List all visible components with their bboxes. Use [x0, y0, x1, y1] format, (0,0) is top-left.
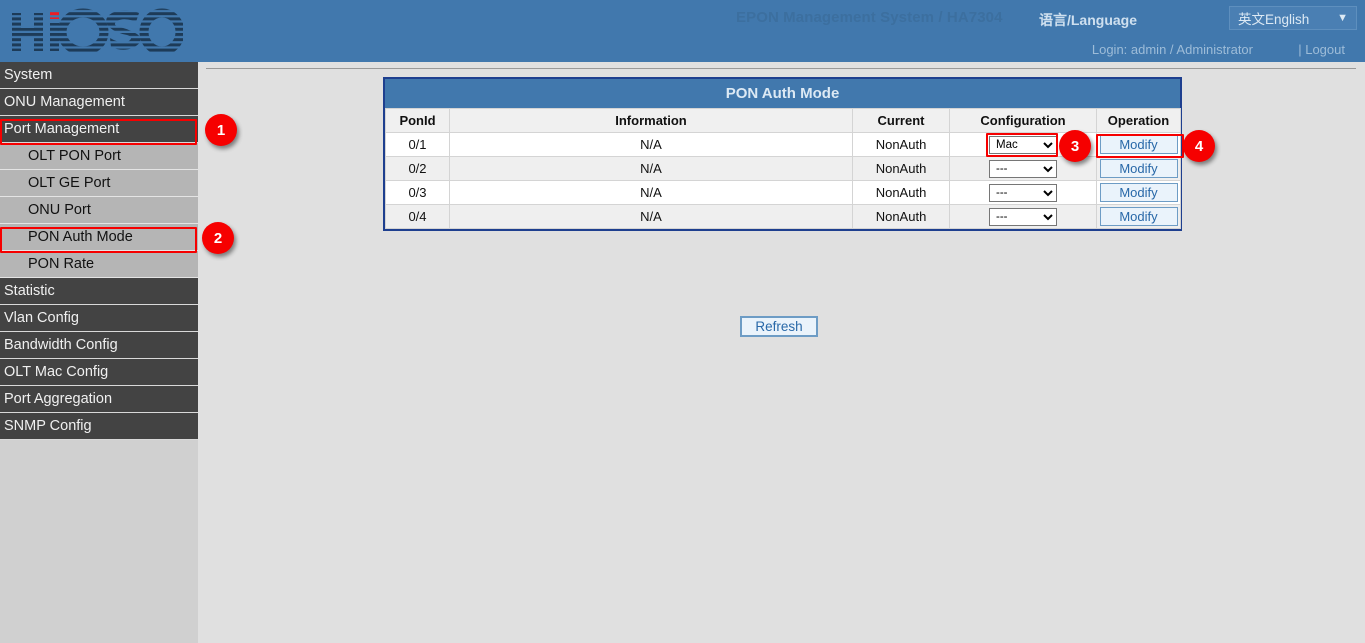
pon-auth-mode-table: PonId Information Current Configuration … [385, 108, 1181, 229]
auth-mode-select[interactable]: ---MacLoidLoidMacMacOrLoid [989, 184, 1057, 202]
column-header-configuration: Configuration [950, 109, 1097, 133]
cell-operation: Modify [1097, 157, 1181, 181]
cell-configuration: ---MacLoidLoidMacMacOrLoid [950, 205, 1097, 229]
app-title: EPON Management System / HA7304 [736, 9, 1003, 26]
table-body: 0/1N/ANonAuth---MacLoidLoidMacMacOrLoidM… [386, 133, 1181, 229]
sidebar-item-label: Port Management [4, 121, 119, 137]
cell-information: N/A [450, 205, 853, 229]
sidebar-item-port-management[interactable]: Port Management [0, 116, 198, 143]
sidebar-item-label: OLT GE Port [28, 175, 110, 191]
cell-current: NonAuth [853, 205, 950, 229]
cell-current: NonAuth [853, 157, 950, 181]
auth-mode-select[interactable]: ---MacLoidLoidMacMacOrLoid [989, 136, 1057, 154]
sidebar-item-label: ONU Port [28, 202, 91, 218]
sidebar-item-onu-management[interactable]: ONU Management [0, 89, 198, 116]
modify-button[interactable]: Modify [1100, 183, 1178, 202]
auth-mode-select[interactable]: ---MacLoidLoidMacMacOrLoid [989, 160, 1057, 178]
chevron-down-icon: ▼ [1337, 12, 1348, 24]
sidebar-item-label: Statistic [4, 283, 55, 299]
cell-ponid: 0/3 [386, 181, 450, 205]
sidebar-item-port-aggregation[interactable]: Port Aggregation [0, 386, 198, 413]
cell-information: N/A [450, 157, 853, 181]
sidebar-item-label: System [4, 67, 52, 83]
sidebar-navigation: System ONU Management Port Management OLT P… [0, 62, 198, 643]
column-header-operation: Operation [1097, 109, 1181, 133]
cell-ponid: 0/4 [386, 205, 450, 229]
cell-current: NonAuth [853, 181, 950, 205]
cell-operation: Modify [1097, 133, 1181, 157]
sidebar-item-label: ONU Management [4, 94, 125, 110]
cell-operation: Modify [1097, 205, 1181, 229]
sidebar-item-olt-pon-port[interactable]: OLT PON Port [0, 143, 198, 170]
language-selector[interactable]: 英文English ▼ [1229, 6, 1357, 30]
sidebar-item-olt-mac-config[interactable]: OLT Mac Config [0, 359, 198, 386]
page-header: EPON Management System / HA7304 语言/Langu… [0, 0, 1365, 62]
cell-current: NonAuth [853, 133, 950, 157]
modify-button[interactable]: Modify [1100, 135, 1178, 154]
language-label: 语言/Language [1039, 10, 1137, 30]
sidebar-item-onu-port[interactable]: ONU Port [0, 197, 198, 224]
cell-ponid: 0/1 [386, 133, 450, 157]
pon-auth-mode-panel: PON Auth Mode PonId Information Current … [383, 77, 1182, 231]
sidebar-item-olt-ge-port[interactable]: OLT GE Port [0, 170, 198, 197]
sidebar-item-snmp-config[interactable]: SNMP Config [0, 413, 198, 440]
table-row: 0/2N/ANonAuth ---MacLoidLoidMacMacOrLoid M… [386, 157, 1181, 181]
sidebar-item-label: OLT PON Port [28, 148, 121, 164]
sidebar-item-label: OLT Mac Config [4, 364, 108, 380]
sidebar-item-statistic[interactable]: Statistic [0, 278, 198, 305]
auth-mode-select[interactable]: ---MacLoidLoidMacMacOrLoid [989, 208, 1057, 226]
column-header-ponid: PonId [386, 109, 450, 133]
sidebar-item-label: PON Rate [28, 256, 94, 272]
panel-title: PON Auth Mode [385, 79, 1180, 108]
sidebar-item-bandwidth-config[interactable]: Bandwidth Config [0, 332, 198, 359]
hioso-logo-mark [8, 7, 183, 53]
sidebar-item-label: Vlan Config [4, 310, 79, 326]
cell-ponid: 0/2 [386, 157, 450, 181]
sidebar-item-system[interactable]: System [0, 62, 198, 89]
refresh-button[interactable]: Refresh [740, 316, 818, 337]
column-header-current: Current [853, 109, 950, 133]
sidebar-item-pon-auth-mode[interactable]: PON Auth Mode [0, 224, 198, 251]
hioso-logo [8, 6, 188, 54]
modify-button[interactable]: Modify [1100, 207, 1178, 226]
sidebar-item-label: Bandwidth Config [4, 337, 118, 353]
logout-link[interactable]: | Logout [1298, 42, 1345, 57]
sidebar-item-label: PON Auth Mode [28, 229, 133, 245]
cell-configuration: ---MacLoidLoidMacMacOrLoid [950, 157, 1097, 181]
table-header-row: PonId Information Current Configuration … [386, 109, 1181, 133]
content-area: PON Auth Mode PonId Information Current … [198, 62, 1365, 643]
content-divider [206, 68, 1356, 69]
table-row: 0/1N/ANonAuth ---MacLoidLoidMacMacOrLoid M… [386, 133, 1181, 157]
language-selector-value: 英文English [1238, 8, 1309, 28]
sidebar-item-label: Port Aggregation [4, 391, 112, 407]
column-header-information: Information [450, 109, 853, 133]
modify-button[interactable]: Modify [1100, 159, 1178, 178]
cell-configuration: ---MacLoidLoidMacMacOrLoid [950, 181, 1097, 205]
sidebar-item-label: SNMP Config [4, 418, 92, 434]
sidebar-item-pon-rate[interactable]: PON Rate [0, 251, 198, 278]
table-row: 0/3N/ANonAuth ---MacLoidLoidMacMacOrLoid M… [386, 181, 1181, 205]
cell-information: N/A [450, 133, 853, 157]
table-row: 0/4N/ANonAuth ---MacLoidLoidMacMacOrLoid M… [386, 205, 1181, 229]
sidebar-item-vlan-config[interactable]: Vlan Config [0, 305, 198, 332]
login-status: Login: admin / Administrator [1092, 42, 1253, 57]
cell-information: N/A [450, 181, 853, 205]
cell-operation: Modify [1097, 181, 1181, 205]
cell-configuration: ---MacLoidLoidMacMacOrLoid [950, 133, 1097, 157]
